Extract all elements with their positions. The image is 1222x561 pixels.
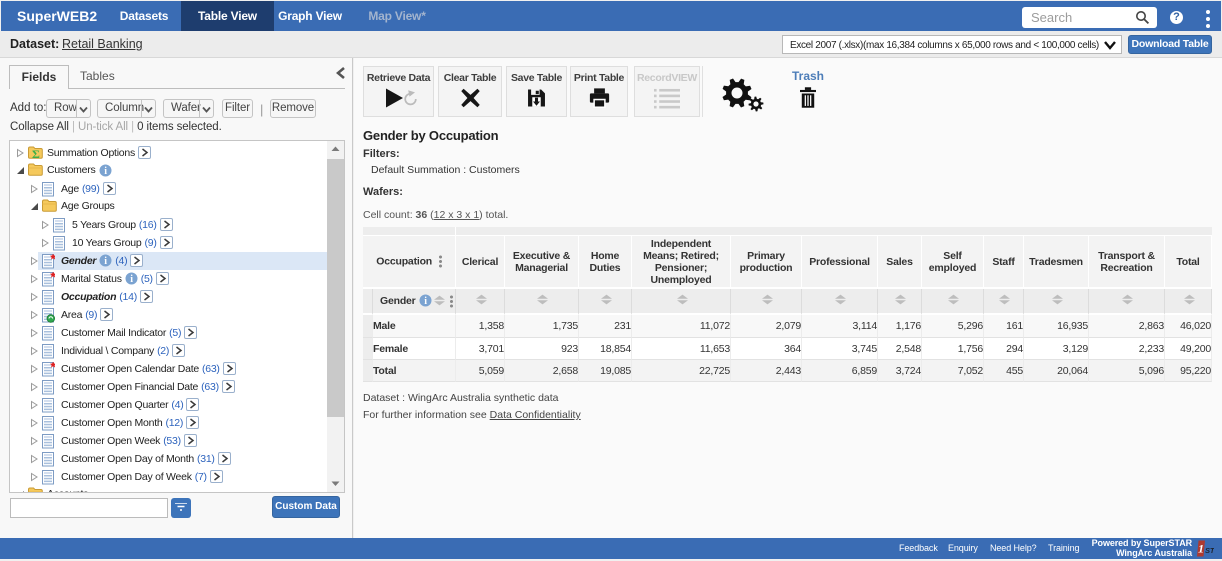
svg-text:ST: ST xyxy=(1205,546,1214,555)
svg-text:i: i xyxy=(424,296,427,307)
svg-text:1: 1 xyxy=(1198,542,1204,556)
svg-text:Σ: Σ xyxy=(32,147,40,159)
